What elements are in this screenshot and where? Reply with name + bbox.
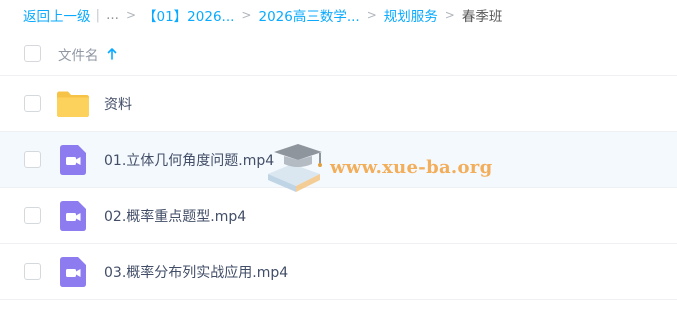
table-row[interactable]: 03.概率分布列实战应用.mp4 — [0, 244, 677, 300]
column-header-label: 文件名 — [58, 47, 99, 64]
file-name[interactable]: 02.概率重点题型.mp4 — [104, 206, 246, 226]
breadcrumb-item-1[interactable]: 【01】2026... — [143, 5, 234, 25]
video-file-icon — [60, 145, 86, 175]
chevron-right-icon: > — [241, 8, 252, 22]
file-name[interactable]: 01.立体几何角度问题.mp4 — [104, 150, 274, 170]
arrow-up-icon[interactable] — [107, 47, 117, 60]
row-checkbox[interactable] — [24, 263, 41, 280]
breadcrumb-item-3[interactable]: 规划服务 — [384, 5, 438, 25]
breadcrumb-current: 春季班 — [461, 9, 503, 25]
chevron-right-icon: > — [125, 8, 136, 22]
chevron-right-icon: > — [366, 8, 377, 22]
table-row[interactable]: 02.概率重点题型.mp4 — [0, 188, 677, 244]
table-row[interactable]: 01.立体几何角度问题.mp4 — [0, 132, 677, 188]
video-file-icon — [60, 257, 86, 287]
breadcrumb-ellipsis[interactable]: ... — [106, 7, 119, 23]
chevron-right-icon: > — [444, 8, 455, 22]
breadcrumb-item-2[interactable]: 2026高三数学... — [258, 5, 359, 25]
file-name[interactable]: 资料 — [104, 94, 132, 114]
breadcrumb-divider: | — [95, 7, 101, 23]
file-name[interactable]: 03.概率分布列实战应用.mp4 — [104, 262, 288, 282]
column-header-name[interactable]: 文件名 — [58, 44, 117, 64]
table-header: 文件名 — [0, 32, 677, 76]
row-checkbox[interactable] — [24, 207, 41, 224]
select-all-checkbox[interactable] — [24, 45, 41, 62]
breadcrumb: 返回上一级 | ... > 【01】2026... > 2026高三数学... … — [0, 0, 677, 30]
row-checkbox[interactable] — [24, 95, 41, 112]
row-checkbox[interactable] — [24, 151, 41, 168]
back-link[interactable]: 返回上一级 — [23, 5, 91, 25]
video-file-icon — [60, 201, 86, 231]
folder-icon — [56, 90, 90, 118]
table-row[interactable]: 资料 — [0, 76, 677, 132]
